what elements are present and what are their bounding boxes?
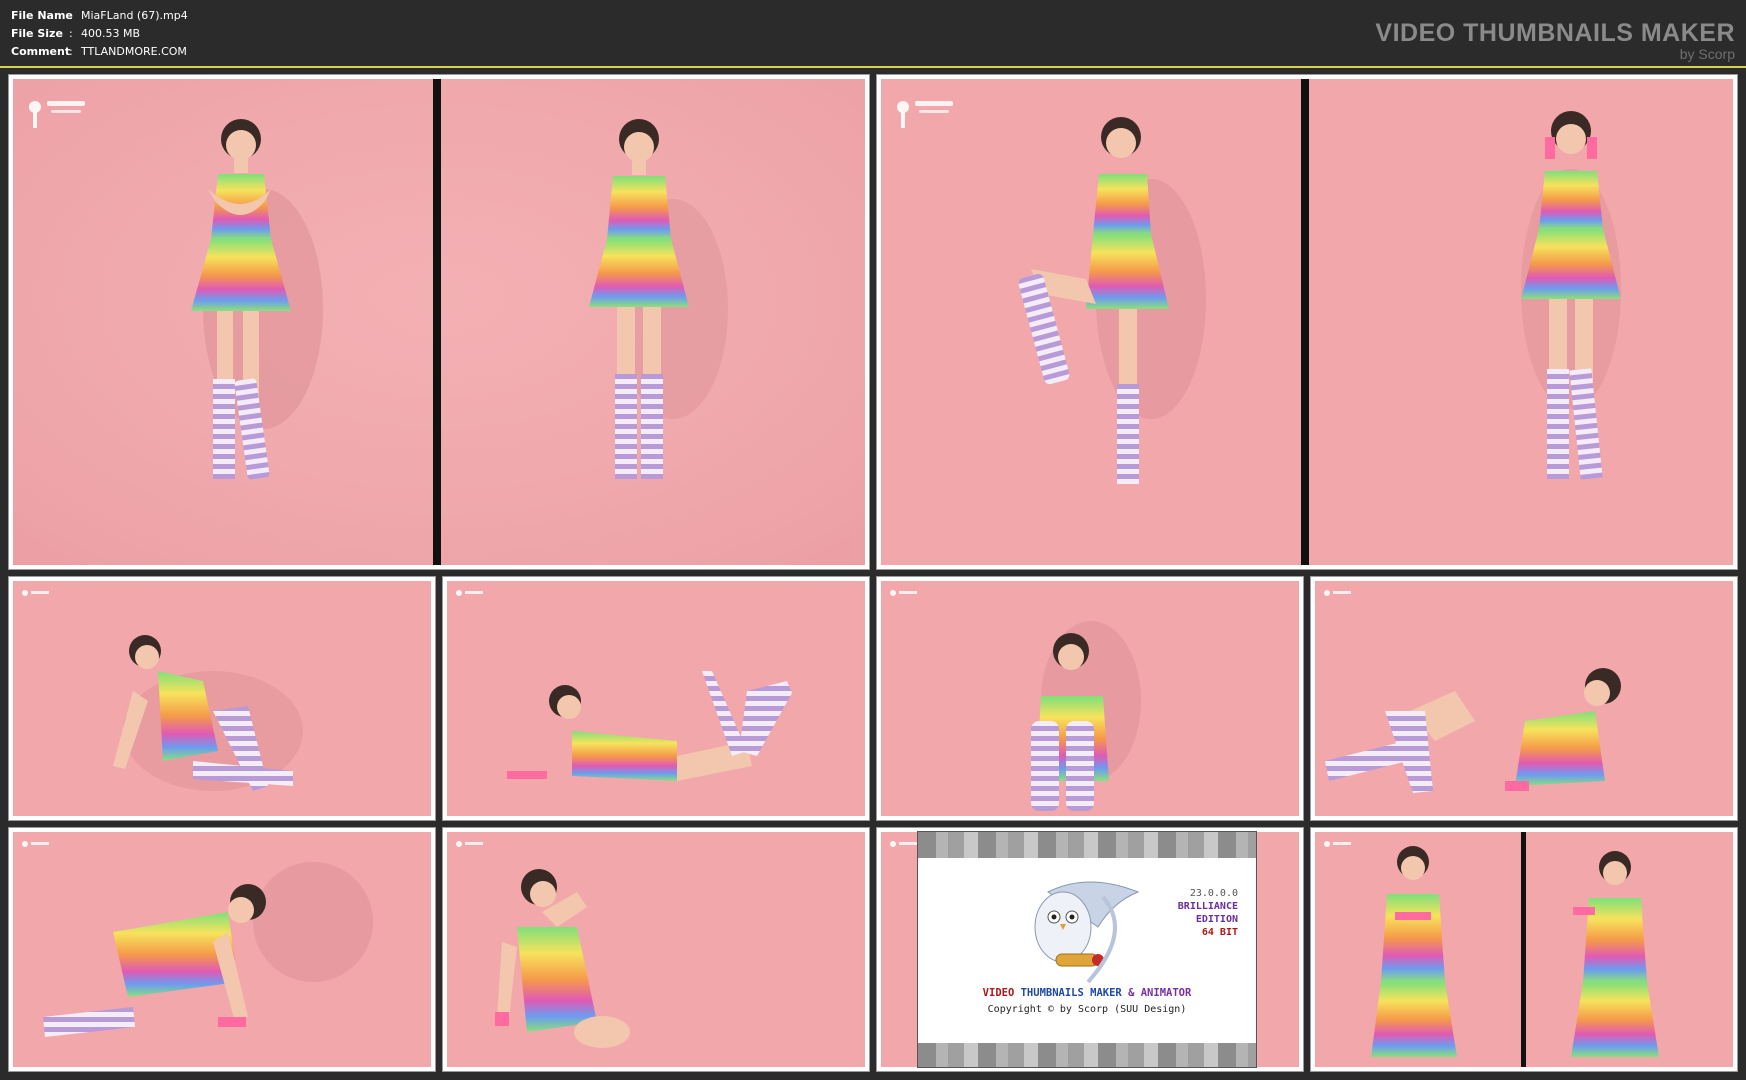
edition-line-2: EDITION bbox=[1195, 914, 1238, 925]
comment-value: TTLANDMORE.COM bbox=[81, 45, 187, 58]
frame-image bbox=[1315, 832, 1733, 1067]
brand-title: VIDEO THUMBNAILS MAKER bbox=[1375, 19, 1735, 47]
edition-line-1: BRILLIANCE bbox=[1177, 901, 1238, 912]
thumbnail-8[interactable] bbox=[1310, 576, 1738, 821]
thumbnail-5[interactable] bbox=[8, 576, 436, 821]
file-size-row: File Size : 400.53 MB bbox=[11, 25, 188, 43]
separator: : bbox=[69, 9, 73, 22]
title-part-2: THUMBNAILS MAKER bbox=[1020, 987, 1122, 999]
owl-logo-icon bbox=[1034, 881, 1140, 984]
frame-image bbox=[1315, 581, 1733, 816]
file-name-label: File Name bbox=[11, 9, 73, 22]
thumbnail-11[interactable]: 23.0.0.0 BRILLIANCE EDITION 64 BIT VIDEO… bbox=[876, 827, 1304, 1072]
file-size-label: File Size bbox=[11, 27, 63, 40]
frame-image bbox=[13, 832, 431, 1067]
thumbnail-12[interactable] bbox=[1310, 827, 1738, 1072]
comment-label: Comment bbox=[11, 45, 71, 58]
info-header: File Name : MiaFLand (67).mp4 File Size … bbox=[0, 0, 1746, 66]
thumbnail-sheet: File Name : MiaFLand (67).mp4 File Size … bbox=[0, 0, 1746, 1080]
frame-image bbox=[881, 79, 1733, 565]
file-name-row: File Name : MiaFLand (67).mp4 bbox=[11, 7, 188, 25]
frame-image bbox=[13, 79, 865, 565]
file-info: File Name : MiaFLand (67).mp4 File Size … bbox=[11, 7, 188, 61]
brand-subtitle: by Scorp bbox=[1679, 46, 1735, 62]
separator: : bbox=[69, 45, 73, 58]
splash-bottom-band bbox=[918, 1043, 1256, 1067]
splash-product-title: VIDEO THUMBNAILS MAKER & ANIMATOR bbox=[918, 987, 1256, 999]
bitness: 64 BIT bbox=[1201, 927, 1238, 938]
frame-image bbox=[447, 581, 865, 816]
thumbnail-10[interactable] bbox=[442, 827, 870, 1072]
thumbnail-3[interactable] bbox=[876, 74, 1738, 570]
separator: : bbox=[69, 27, 73, 40]
file-size-value: 400.53 MB bbox=[81, 27, 141, 40]
version-number: 23.0.0.0 bbox=[1189, 888, 1238, 899]
splash-copyright: Copyright © by Scorp (SUU Design) bbox=[987, 1004, 1187, 1015]
thumbnail-1[interactable] bbox=[8, 74, 870, 570]
splash-version-block: 23.0.0.0 BRILLIANCE EDITION 64 BIT bbox=[1178, 887, 1238, 939]
file-name-value: MiaFLand (67).mp4 bbox=[81, 9, 188, 22]
splash-top-band bbox=[918, 832, 1256, 858]
frame-image bbox=[447, 832, 865, 1067]
thumbnail-6[interactable] bbox=[442, 576, 870, 821]
thumbnail-9[interactable] bbox=[8, 827, 436, 1072]
frame-image bbox=[881, 581, 1299, 816]
title-part-1: VIDEO bbox=[982, 987, 1015, 999]
header-divider bbox=[0, 66, 1746, 68]
splash-screen: 23.0.0.0 BRILLIANCE EDITION 64 BIT VIDEO… bbox=[917, 831, 1257, 1068]
brand-watermark: VIDEO THUMBNAILS MAKER by Scorp bbox=[1375, 19, 1735, 62]
title-part-3: & ANIMATOR bbox=[1128, 987, 1192, 999]
comment-row: Comment : TTLANDMORE.COM bbox=[11, 43, 188, 61]
frame-image bbox=[13, 581, 431, 816]
thumbnail-7[interactable] bbox=[876, 576, 1304, 821]
